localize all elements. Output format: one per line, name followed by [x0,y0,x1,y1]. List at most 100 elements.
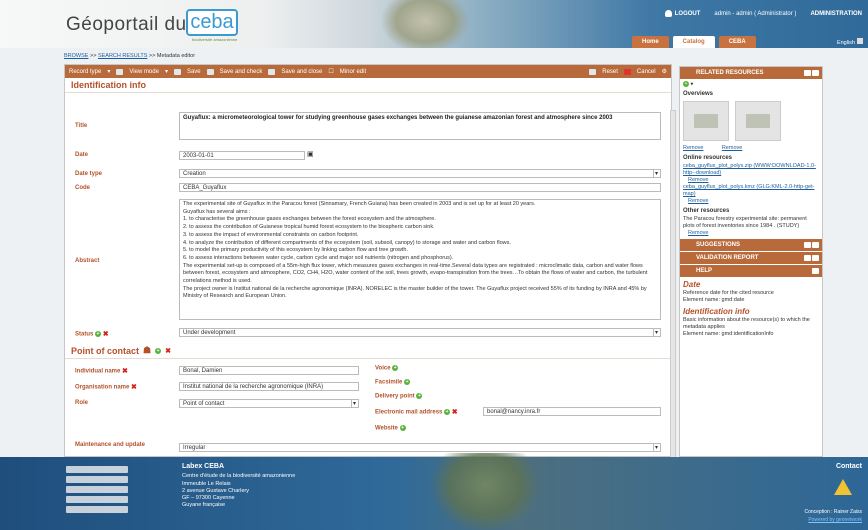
code-label: Code [75,185,90,191]
delivery-point-label: Delivery point + [375,393,423,400]
close-icon[interactable] [812,255,819,262]
add-icon[interactable]: + [444,409,451,415]
metadata-editor: Record type ▾ View mode ▾ Save Save and ch… [64,64,672,457]
close-icon[interactable] [812,70,819,76]
help-header[interactable]: Help [680,265,822,278]
online-resource-link[interactable]: ceba_guyflux_plot_polys.zip (WWW:DOWNLOA… [683,163,816,176]
collapse-icon[interactable] [804,70,811,76]
remove-link[interactable]: Remove [688,177,708,183]
delete-icon[interactable]: ✖ [452,409,458,416]
suggestions-header[interactable]: Suggestions [680,239,822,252]
close-icon[interactable] [812,242,819,249]
gear-icon[interactable]: ⚙ [662,68,667,75]
administration-link[interactable]: ADMINISTRATION [810,11,862,17]
title-input[interactable]: Guyaflux: a micrometeorological tower fo… [179,112,661,140]
add-icon[interactable]: + [155,347,162,354]
partner-logo [66,466,128,473]
organisation-name-input[interactable]: Institut national de la recherche agrono… [179,382,359,391]
save-check-button[interactable]: Save and check [220,69,263,75]
overview-thumbnail[interactable] [683,101,729,142]
voice-label: Voice + [375,365,399,372]
partner-logo [66,486,128,493]
editor-scrollbar[interactable] [670,110,676,460]
tab-catalog[interactable]: Catalog [672,36,715,48]
calendar-icon[interactable]: ▣ [307,150,314,158]
help-date-element: Element name: gmd:date [683,297,745,304]
reset-button[interactable]: Reset [602,69,618,75]
tab-home[interactable]: Home [632,36,669,48]
remove-link[interactable]: Remove [688,230,708,236]
record-type-menu[interactable]: Record type [69,69,101,75]
save-button[interactable]: Save [187,69,201,75]
footer: Labex CEBA Centre d'étude de la biodiver… [0,453,868,530]
maintenance-select[interactable]: Irregular [179,443,661,452]
website-label: Website + [375,425,406,432]
add-icon[interactable]: + [95,331,102,337]
status-label: Status + ✖ [75,331,109,338]
validation-report-header[interactable]: Validation report [680,252,822,265]
chevron-down-icon [857,38,863,44]
facsimile-label: Facsimile + [375,379,411,386]
code-input[interactable]: CEBA_Guyaflux [179,183,661,192]
map-background [430,453,540,530]
view-mode-menu[interactable]: View mode [129,69,159,75]
organisation-name-label: Organisation name ✖ [75,384,137,391]
footer-address-line: GF – 97300 Cayenne [182,495,235,501]
related-resources-header[interactable]: Related resources [680,67,822,79]
partner-logo [66,506,128,513]
contact-book-icon[interactable]: ☗ [143,345,151,356]
individual-name-input[interactable]: Bonal, Damien [179,366,359,375]
add-resource-button[interactable]: + ▾ [680,81,822,88]
status-select[interactable]: Under development [179,328,661,337]
delete-icon[interactable]: ✖ [103,331,109,338]
remove-link[interactable]: Remove [722,145,742,151]
help-date-title: Date [683,280,701,290]
close-save-icon [268,68,276,75]
delete-icon[interactable]: ✖ [165,347,171,355]
help-identification-text: Basic information about the resource(s) … [683,317,810,331]
add-icon[interactable]: + [404,379,411,385]
main-tabs: Home Catalog CEBA [632,36,756,48]
delete-icon[interactable]: ✖ [131,384,137,391]
remove-link[interactable]: Remove [683,145,703,151]
point-of-contact-header[interactable]: Point of contact ☗ + ✖ [65,343,671,359]
email-input[interactable]: bonal@nancy.inra.fr [483,407,661,416]
add-icon[interactable]: + [392,365,399,371]
footer-address-line: Immeuble Le Relais [182,481,231,487]
save-close-button[interactable]: Save and close [281,69,322,75]
collapse-icon[interactable] [804,242,811,249]
contact-link[interactable]: Contact [836,463,862,470]
powered-by-link[interactable]: Powered by geonetwork [808,517,862,523]
add-icon[interactable]: + [399,425,406,431]
breadcrumb-search-results[interactable]: SEARCH RESULTS [98,53,147,59]
identification-section-header[interactable]: Identification info [65,78,671,93]
remove-link[interactable]: Remove [688,198,708,204]
map-background [380,0,470,48]
other-resources-title: Other resources [683,208,730,215]
cancel-button[interactable]: Cancel [637,69,656,75]
minor-edit-checkbox[interactable]: ☐ [328,68,333,75]
collapse-icon[interactable] [804,255,811,262]
collapse-icon[interactable] [812,268,819,275]
footer-address-line: Centre d'étude de la biodiversité amazon… [182,473,296,479]
check-icon [206,68,214,75]
footer-address-line: Guyane française [182,502,226,508]
online-resource-link[interactable]: ceba_guyflux_plot_polys.kmz (GLG:KML-2.0… [683,184,814,197]
breadcrumb-current: >> Metadata editor [148,53,196,59]
role-select[interactable]: Point of contact [179,399,359,408]
date-type-select[interactable]: Creation [179,169,661,178]
add-icon: + [683,81,689,87]
add-icon[interactable]: + [416,393,423,399]
abstract-textarea[interactable]: The experimental site of Guyaflux in the… [179,199,661,320]
date-input[interactable]: 2003-01-01 [179,151,305,160]
delete-icon[interactable]: ✖ [122,368,128,375]
maintenance-label: Maintenance and update frequency [75,442,146,448]
logout-link[interactable]: LOGOUT [664,10,700,18]
language-select[interactable]: English [837,38,863,46]
other-resource-item[interactable]: The Paracou forestry experimental site: … [680,216,822,230]
overview-thumbnail[interactable] [735,101,781,142]
footer-title: Labex CEBA [182,463,225,470]
tab-ceba[interactable]: CEBA [718,36,756,48]
reset-icon [589,68,597,75]
breadcrumb-browse[interactable]: BROWSE [64,53,88,59]
